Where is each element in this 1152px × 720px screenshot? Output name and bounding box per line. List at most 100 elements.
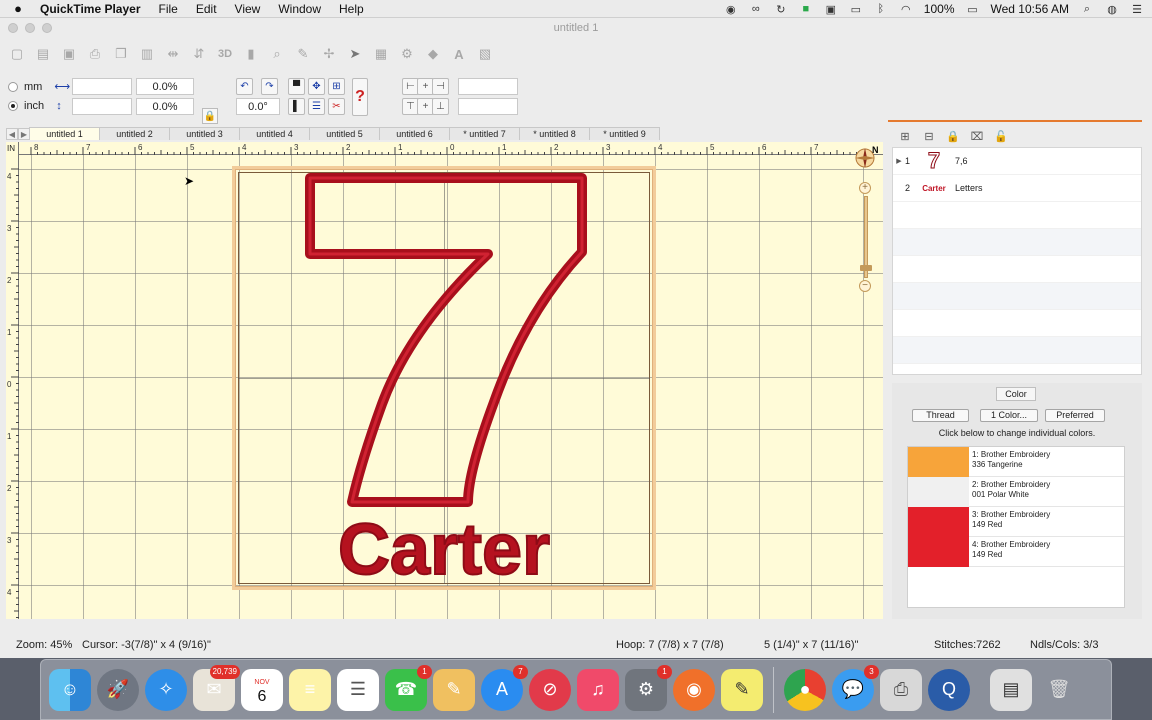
tab-untitled-8[interactable]: * untitled 8 [519,127,590,140]
align-bottom-edge-icon[interactable]: ⊥ [432,98,449,115]
notification-icon[interactable]: ▣ [824,3,838,16]
thread-swatch[interactable] [908,447,969,477]
width-percent-field[interactable]: 0.0% [136,78,194,95]
firefox-icon[interactable]: ◉ [673,668,715,711]
messages-icon[interactable]: 💬 3 [832,664,879,711]
height-percent-field[interactable]: 0.0% [136,98,194,115]
airplay-icon[interactable]: ▭ [849,3,863,16]
record-icon[interactable]: ◉ [724,3,738,16]
one-color-button[interactable]: 1 Color... [980,409,1038,422]
launchpad-icon[interactable]: 🚀 [97,668,139,711]
rotation-field[interactable]: 0.0° [236,98,280,115]
evernote-icon[interactable]: ■ [799,3,813,15]
unlock-layer-icon[interactable]: 🔓 [992,128,1010,144]
zoom-out-icon[interactable]: − [859,280,871,292]
unit-mm-option[interactable]: mm ⟷ [8,80,70,93]
printer-icon[interactable]: ⎙ [880,668,922,711]
mm-radio[interactable] [8,81,18,92]
lock-aspect-icon[interactable]: 🔒 [202,108,218,124]
zoom-slider[interactable]: + − [859,182,873,302]
music-icon[interactable]: ♫ [577,668,619,711]
open-file-icon[interactable]: ▤ [32,43,54,65]
x-position-field[interactable] [458,78,518,95]
apple-menu-icon[interactable]: ● [0,1,36,16]
applique-icon[interactable]: ▧ [474,43,496,65]
zoom-thumb[interactable] [860,265,872,271]
new-file-icon[interactable]: ▢ [6,43,28,65]
finder-icon[interactable]: ☺ [49,668,91,711]
menu-view[interactable]: View [226,2,270,16]
align-right-edge-icon[interactable]: ⊣ [432,78,449,95]
safari-icon[interactable]: ✧ [145,668,187,711]
quicktime-icon[interactable]: Q [928,668,970,711]
spotlight-icon[interactable]: ⌕ [1080,3,1094,15]
system-preferences-icon[interactable]: ⚙ 1 [625,664,672,711]
compass-icon[interactable]: N [852,144,878,170]
notes-icon[interactable]: ≡ [289,668,331,711]
menu-file[interactable]: File [150,2,187,16]
menu-window[interactable]: Window [269,2,330,16]
thread-swatch[interactable] [908,507,969,537]
news-icon[interactable]: ⊘ [529,668,571,711]
print-icon[interactable]: ⎙ [84,43,106,65]
delete-layer-icon[interactable]: ⌧ [968,128,986,144]
close-window-button[interactable] [8,23,18,33]
unit-inch-option[interactable]: inch ↕ [8,100,62,112]
statistics-icon[interactable]: ▮ [240,43,262,65]
thread-item[interactable]: 2: Brother Embroidery 001 Polar White [908,477,1124,507]
preferred-button[interactable]: Preferred [1045,409,1105,422]
thread-item[interactable]: 4: Brother Embroidery 149 Red [908,537,1124,567]
calendar-icon[interactable]: NOV 6 [241,668,283,711]
layer-row[interactable]: ▶ 1 7 7,6 [893,148,1141,175]
battery-icon[interactable]: ▭ [966,3,980,16]
distribute-icon[interactable]: ☰ [308,98,325,115]
tab-untitled-7[interactable]: * untitled 7 [449,127,520,140]
inch-radio[interactable] [8,101,18,111]
embroidery-app-icon[interactable]: ✎ [721,668,763,711]
zoom-tool-icon[interactable]: ⌕ [266,43,288,65]
menu-edit[interactable]: Edit [187,2,226,16]
tab-untitled-6[interactable]: untitled 6 [379,127,450,140]
3d-view-icon[interactable]: 3D [214,43,236,65]
text-tool-icon[interactable]: A [448,43,470,65]
align-left-icon[interactable]: ▌ [288,98,305,115]
zoom-track[interactable] [860,196,872,278]
trash-icon[interactable]: 🗑 [1038,669,1080,711]
thread-swatch[interactable] [908,477,969,507]
tab-untitled-9[interactable]: * untitled 9 [589,127,660,140]
align-top-icon[interactable]: ▀ [288,78,305,95]
properties-icon[interactable]: ▦ [370,43,392,65]
center-icon[interactable]: ✥ [308,78,325,95]
fit-icon[interactable]: ⊞ [328,78,345,95]
expand-arrow-icon[interactable]: ▶ [893,157,905,165]
facetime-icon[interactable]: ☎ 1 [385,664,432,711]
hoop-icon[interactable]: ⚙ [396,43,418,65]
numeral-seven[interactable] [305,173,587,507]
embroidery-design[interactable]: Carter [6,142,883,619]
copy-icon[interactable]: ❐ [110,43,132,65]
rotate-left-icon[interactable]: ↶ [236,78,253,95]
thread-swatch[interactable] [908,537,969,567]
minimize-window-button[interactable] [25,23,35,33]
document-icon[interactable]: ▤ [990,668,1032,711]
wifi-icon[interactable]: ◠ [899,3,913,16]
tab-untitled-1[interactable]: untitled 1 [29,127,100,140]
width-field[interactable] [72,78,132,95]
thread-button[interactable]: Thread [912,409,969,422]
thread-item[interactable]: 3: Brother Embroidery 149 Red [908,507,1124,537]
zoom-in-icon[interactable]: + [859,182,871,194]
lock-layer-icon[interactable]: 🔒 [944,128,962,144]
keynote-icon[interactable]: ✎ [433,668,475,711]
tab-untitled-2[interactable]: untitled 2 [99,127,170,140]
group-icon[interactable]: ⊞ [896,128,914,144]
tab-untitled-4[interactable]: untitled 4 [239,127,310,140]
notification-center-icon[interactable]: ☰ [1130,3,1144,16]
bluetooth-icon[interactable]: ᛒ [874,3,888,15]
tab-untitled-5[interactable]: untitled 5 [309,127,380,140]
clock[interactable]: Wed 10:56 AM [991,2,1070,16]
creative-cloud-icon[interactable]: ∞ [749,3,763,15]
mirror-vertical-icon[interactable]: ⇵ [188,43,210,65]
tab-scroll-left-icon[interactable]: ◀ [6,128,18,140]
help-icon[interactable]: ? [352,78,368,116]
siri-icon[interactable]: ◍ [1105,3,1119,16]
